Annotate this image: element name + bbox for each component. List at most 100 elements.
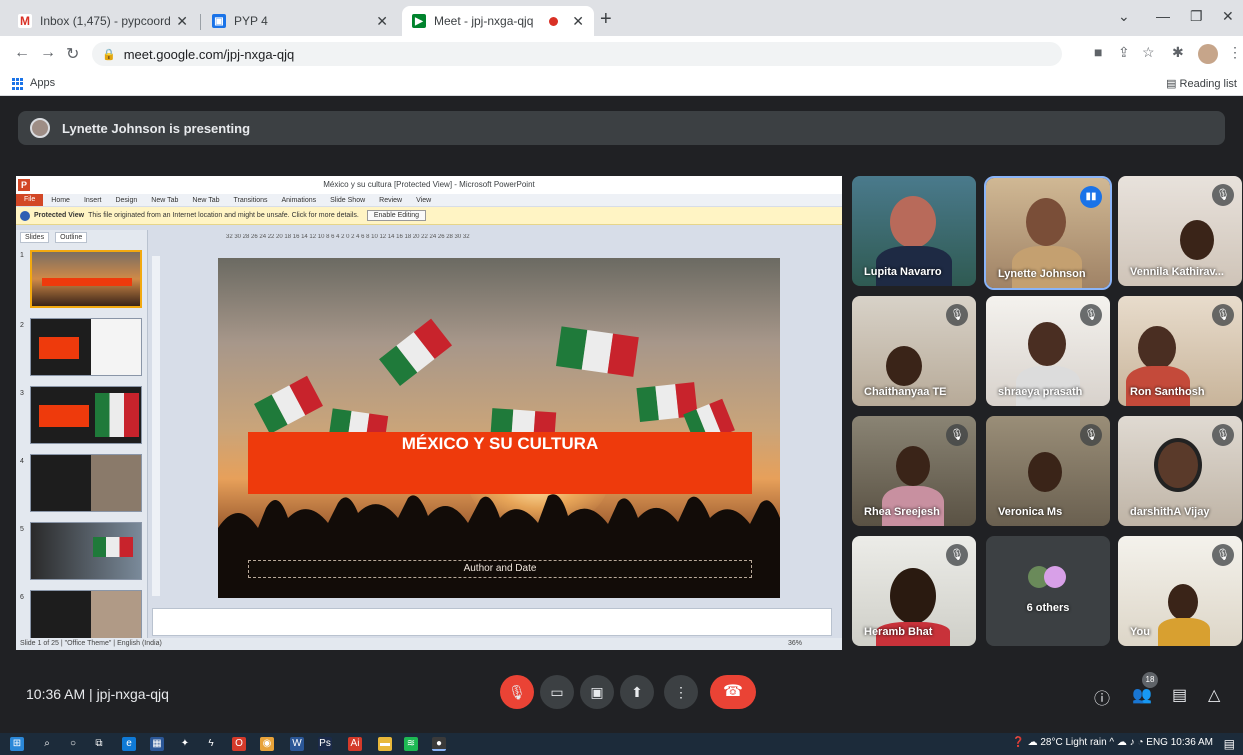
- tab-search-icon[interactable]: ⌄: [1118, 8, 1130, 25]
- word-icon[interactable]: W: [290, 737, 304, 751]
- others-tile[interactable]: 6 others: [986, 536, 1110, 646]
- photoshop-icon[interactable]: Ps: [318, 737, 332, 751]
- chat-button[interactable]: ▤: [1172, 685, 1187, 705]
- participant-tile[interactable]: 🎙 Vennila Kathirav...: [1118, 176, 1242, 286]
- bookmarks-bar: Apps ▤ Reading list: [0, 72, 1243, 96]
- menu-icon[interactable]: ⋮: [1228, 44, 1242, 61]
- powerpoint-logo-icon: P: [18, 179, 30, 191]
- mic-off-icon: 🎙: [1212, 184, 1234, 206]
- meeting-info-button[interactable]: ⓘ: [1094, 685, 1110, 709]
- task-view-icon[interactable]: ⧉: [92, 737, 106, 751]
- recording-icon: [549, 16, 559, 26]
- extensions-icon[interactable]: ✱: [1172, 44, 1184, 61]
- ppt-tab-view[interactable]: View: [416, 197, 431, 204]
- ppt-tab-newtab-2[interactable]: New Tab: [192, 197, 219, 204]
- participant-tile[interactable]: 🎙 Veronica Ms: [986, 416, 1110, 526]
- slide-thumbnail[interactable]: [30, 454, 142, 512]
- reload-icon[interactable]: ↻: [66, 44, 79, 64]
- slide-thumbnail[interactable]: [30, 318, 142, 376]
- activities-button[interactable]: △: [1208, 685, 1220, 705]
- participant-tile[interactable]: 🎙 Ron Santhosh: [1118, 296, 1242, 406]
- ppt-tab-slideshow[interactable]: Slide Show: [330, 197, 365, 204]
- address-bar[interactable]: 🔒 meet.google.com/jpj-nxga-qjq: [92, 42, 1062, 66]
- participant-tile[interactable]: 🎙 shraeya prasath: [986, 296, 1110, 406]
- apps-icon[interactable]: [12, 78, 24, 90]
- ppt-tab-design[interactable]: Design: [115, 197, 137, 204]
- participant-tile[interactable]: 🎙 Chaithanyaa TE: [852, 296, 976, 406]
- ppt-tab-file[interactable]: File: [16, 194, 44, 206]
- reading-list-button[interactable]: ▤ Reading list: [1166, 77, 1237, 90]
- illustrator-icon[interactable]: Ai: [348, 737, 362, 751]
- participant-tile[interactable]: 🎙 darshithA Vijay: [1118, 416, 1242, 526]
- back-icon[interactable]: ←: [14, 44, 30, 62]
- participant-tile[interactable]: 🎙 Heramb Bhat: [852, 536, 976, 646]
- ppt-tab-insert[interactable]: Insert: [84, 197, 102, 204]
- new-tab-button[interactable]: +: [600, 8, 612, 31]
- slide-thumbnail[interactable]: [30, 386, 142, 444]
- tray-icons[interactable]: ^ ☁ ♪ ◔: [1109, 737, 1146, 748]
- participant-tile[interactable]: Lupita Navarro: [852, 176, 976, 286]
- winamp-icon[interactable]: ϟ: [204, 737, 218, 751]
- chrome-meet-icon[interactable]: ●: [432, 737, 446, 751]
- ppt-ribbon: File Home Insert Design New Tab New Tab …: [16, 194, 842, 206]
- present-button[interactable]: ⬆: [620, 675, 654, 709]
- tab-gmail[interactable]: M Inbox (1,475) - pypcoordinator@ ✕: [8, 6, 198, 36]
- participant-tile[interactable]: 🎙 Rhea Sreejesh: [852, 416, 976, 526]
- close-icon[interactable]: ✕: [176, 13, 188, 30]
- office-icon[interactable]: O: [232, 737, 246, 751]
- mic-off-icon: 🎙: [1080, 424, 1102, 446]
- tab-outline[interactable]: Outline: [55, 232, 88, 243]
- share-icon[interactable]: ⇪: [1118, 44, 1130, 61]
- windows-start-icon[interactable]: ⊞: [10, 737, 24, 751]
- help-icon[interactable]: ❓: [1012, 737, 1027, 748]
- self-tile[interactable]: 🎙 You: [1118, 536, 1242, 646]
- forward-icon[interactable]: →: [40, 44, 56, 62]
- mic-off-icon: 🎙: [946, 544, 968, 566]
- slide-thumbnail[interactable]: [30, 250, 142, 308]
- store-icon[interactable]: ▦: [150, 737, 164, 751]
- browser-toolbar: ← → ↻ 🔒 meet.google.com/jpj-nxga-qjq ■ ⇪…: [0, 36, 1243, 72]
- file-explorer-icon[interactable]: ▬: [378, 737, 392, 751]
- captions-button[interactable]: ▣: [580, 675, 614, 709]
- ppt-tab-review[interactable]: Review: [379, 197, 402, 204]
- close-icon[interactable]: ✕: [376, 13, 388, 30]
- edge-icon[interactable]: e: [122, 737, 136, 751]
- participant-tile[interactable]: ▮▮ Lynette Johnson: [984, 176, 1112, 290]
- notification-icon[interactable]: ▤: [1224, 737, 1235, 751]
- tab-pyp4[interactable]: ▣ PYP 4 ✕: [202, 6, 398, 36]
- slide-subtitle: Author and Date: [248, 560, 752, 578]
- close-window-button[interactable]: ✕: [1222, 8, 1234, 25]
- clock[interactable]: 10:36 AM: [1171, 737, 1213, 748]
- ppt-tab-transitions[interactable]: Transitions: [234, 197, 268, 204]
- language-indicator[interactable]: ENG: [1146, 737, 1168, 748]
- ppt-tab-home[interactable]: Home: [51, 197, 70, 204]
- mic-toggle-button[interactable]: 🎙: [500, 675, 534, 709]
- profile-avatar[interactable]: [1198, 44, 1218, 64]
- participant-name: Heramb Bhat: [864, 626, 933, 638]
- ppt-tab-animations[interactable]: Animations: [281, 197, 316, 204]
- cortana-icon[interactable]: ○: [66, 737, 80, 751]
- minimize-button[interactable]: —: [1156, 8, 1170, 24]
- chrome-icon[interactable]: ◉: [260, 737, 274, 751]
- search-icon[interactable]: ⌕: [40, 737, 54, 751]
- dropbox-icon[interactable]: ✦: [178, 737, 192, 751]
- notes-pane[interactable]: [152, 608, 832, 636]
- apps-bookmark[interactable]: Apps: [30, 77, 55, 89]
- restore-button[interactable]: ❐: [1190, 8, 1203, 25]
- slide-thumbnail[interactable]: [30, 522, 142, 580]
- ppt-tab-newtab[interactable]: New Tab: [151, 197, 178, 204]
- spotify-icon[interactable]: ≋: [404, 737, 418, 751]
- tab-slides[interactable]: Slides: [20, 232, 50, 243]
- weather-text[interactable]: 28°C Light rain: [1040, 737, 1106, 748]
- people-button[interactable]: 👥: [1132, 685, 1152, 705]
- bookmark-star-icon[interactable]: ☆: [1142, 44, 1155, 61]
- tab-meet[interactable]: ▶ Meet - jpj-nxga-qjq ✕: [402, 6, 594, 36]
- close-icon[interactable]: ✕: [572, 13, 584, 30]
- slide-number: 3: [20, 390, 24, 397]
- camera-icon[interactable]: ■: [1094, 44, 1102, 60]
- camera-toggle-button[interactable]: ▭: [540, 675, 574, 709]
- enable-editing-button[interactable]: Enable Editing: [366, 210, 427, 221]
- slide-number: 6: [20, 594, 24, 601]
- more-options-button[interactable]: ⋮: [664, 675, 698, 709]
- end-call-button[interactable]: ☎: [710, 675, 756, 709]
